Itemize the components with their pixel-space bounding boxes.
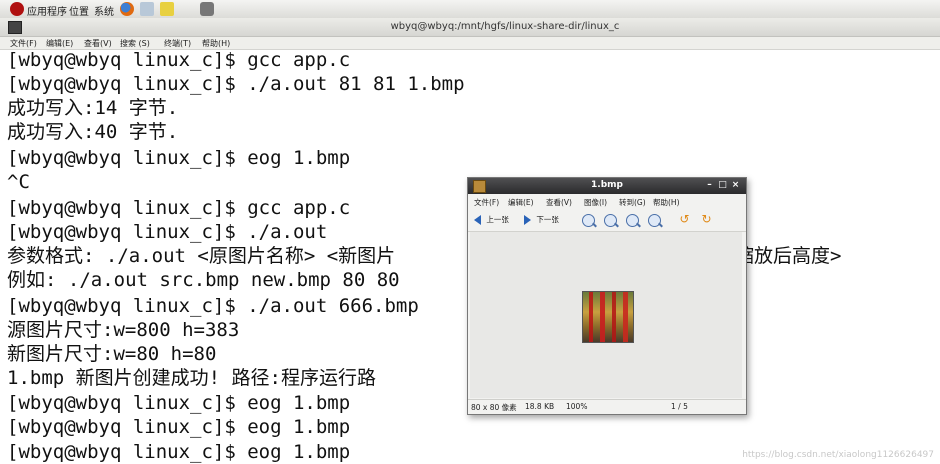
zoom-level: 100% xyxy=(566,402,588,411)
maximize-icon[interactable]: □ xyxy=(717,180,728,191)
viewer-menu-edit[interactable]: 编辑(E) xyxy=(508,197,534,208)
image-filesize: 18.8 KB xyxy=(525,402,555,411)
prev-label: 上一张 xyxy=(486,215,509,224)
terminal-line: 新图片尺寸:w=80 h=80 xyxy=(7,343,217,365)
terminal-line: [wbyq@wbyq linux_c]$ eog 1.bmp xyxy=(7,147,351,169)
viewer-menu-help[interactable]: 帮助(H) xyxy=(653,197,680,208)
viewer-menu-image[interactable]: 图像(I) xyxy=(584,197,607,208)
prev-button[interactable]: 上一张 xyxy=(474,213,509,227)
terminal-line: 参数格式: ./a.out <原图片名称> <新图片 xyxy=(7,245,396,267)
notes-icon[interactable] xyxy=(160,2,174,16)
terminal-line: ^C xyxy=(7,171,30,193)
terminal-line: 1.bmp 新图片创建成功! 路径:程序运行路 xyxy=(7,367,376,389)
mail-icon[interactable] xyxy=(140,2,154,16)
image-canvas[interactable] xyxy=(470,232,742,398)
terminal-line: 成功写入:40 字节. xyxy=(7,121,179,143)
viewer-menubar: 文件(F) 编辑(E) 查看(V) 图像(I) 转到(G) 帮助(H) xyxy=(468,194,746,208)
viewer-menu-file[interactable]: 文件(F) xyxy=(474,197,499,208)
network-icon[interactable] xyxy=(200,2,214,16)
rotate-right-icon[interactable]: ↻ xyxy=(700,213,713,226)
next-button[interactable]: 下一张 xyxy=(524,213,559,227)
terminal-line: 源图片尺寸:w=800 h=383 xyxy=(7,319,240,341)
terminal-line: 成功写入:14 字节. xyxy=(7,97,179,119)
terminal-line: [wbyq@wbyq linux_c]$ gcc app.c xyxy=(7,49,351,71)
next-label: 下一张 xyxy=(536,215,559,224)
displayed-image xyxy=(582,291,634,343)
rotate-left-icon[interactable]: ↺ xyxy=(678,213,691,226)
redhat-logo-icon[interactable] xyxy=(10,2,24,16)
zoom-out-icon[interactable] xyxy=(604,214,617,227)
terminal-line: 例如: ./a.out src.bmp new.bmp 80 80 xyxy=(7,269,400,291)
terminal-line: [wbyq@wbyq linux_c]$ eog 1.bmp xyxy=(7,441,351,463)
viewer-titlebar[interactable]: 1.bmp – □ × xyxy=(468,178,746,194)
viewer-menu-view[interactable]: 查看(V) xyxy=(546,197,572,208)
terminal-line: [wbyq@wbyq linux_c]$ eog 1.bmp xyxy=(7,392,351,414)
window-titlebar[interactable]: wbyq@wbyq:/mnt/hgfs/linux-share-dir/linu… xyxy=(0,18,940,37)
zoom-in-icon[interactable] xyxy=(582,214,595,227)
menu-system[interactable]: 系统 xyxy=(94,3,114,18)
arrow-left-icon xyxy=(474,215,481,225)
menu-places[interactable]: 位置 xyxy=(69,3,89,18)
terminal-line: [wbyq@wbyq linux_c]$ ./a.out xyxy=(7,221,328,243)
minimize-icon[interactable]: – xyxy=(704,180,715,191)
viewer-statusbar: 80 x 80 像素 18.8 KB 100% 1 / 5 xyxy=(468,399,746,414)
viewer-toolbar: 上一张 下一张 ↺ ↻ xyxy=(468,209,746,232)
firefox-icon[interactable] xyxy=(120,2,134,16)
zoom-fit-icon[interactable] xyxy=(648,214,661,227)
viewer-menu-go[interactable]: 转到(G) xyxy=(619,197,646,208)
menu-applications[interactable]: 应用程序 xyxy=(27,3,67,18)
terminal-line-tail: 缩放后高度> xyxy=(735,245,842,267)
window-title: wbyq@wbyq:/mnt/hgfs/linux-share-dir/linu… xyxy=(390,21,620,32)
arrow-right-icon xyxy=(524,215,531,225)
terminal-line: [wbyq@wbyq linux_c]$ eog 1.bmp xyxy=(7,416,351,438)
close-icon[interactable]: × xyxy=(730,180,741,191)
terminal-line: [wbyq@wbyq linux_c]$ gcc app.c xyxy=(7,197,351,219)
image-viewer-window[interactable]: 1.bmp – □ × 文件(F) 编辑(E) 查看(V) 图像(I) 转到(G… xyxy=(467,177,747,415)
terminal-line: [wbyq@wbyq linux_c]$ ./a.out 666.bmp xyxy=(7,295,419,317)
terminal-line: [wbyq@wbyq linux_c]$ ./a.out 81 81 1.bmp xyxy=(7,73,465,95)
top-panel: 应用程序 位置 系统 xyxy=(0,0,940,19)
watermark: https://blog.csdn.net/xiaolong1126626497 xyxy=(742,450,934,460)
image-position: 1 / 5 xyxy=(671,402,688,411)
zoom-normal-icon[interactable] xyxy=(626,214,639,227)
image-dimensions: 80 x 80 像素 xyxy=(471,403,517,412)
